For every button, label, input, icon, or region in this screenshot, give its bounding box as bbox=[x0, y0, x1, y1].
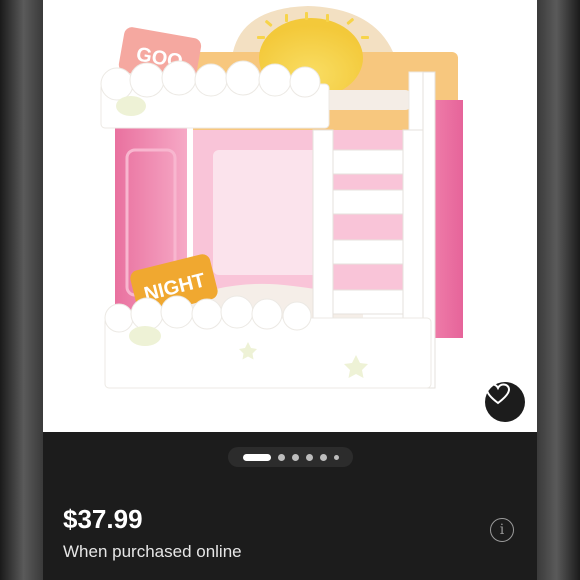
ladder bbox=[312, 129, 424, 351]
carousel-dot-2[interactable] bbox=[277, 453, 285, 461]
heart-icon bbox=[485, 383, 511, 405]
carousel-dot-3[interactable] bbox=[291, 453, 299, 461]
left-blur-border bbox=[0, 0, 43, 580]
product-photo[interactable]: GOO NIGHT bbox=[43, 0, 537, 432]
bunk-bed-illustration: GOO NIGHT bbox=[100, 6, 463, 389]
right-blur-border bbox=[537, 0, 580, 580]
info-button[interactable]: i bbox=[490, 518, 514, 542]
info-icon: i bbox=[499, 522, 505, 538]
listing-info: $37.99 When purchased online i bbox=[43, 432, 537, 580]
price-note: When purchased online bbox=[63, 542, 242, 561]
carousel-dot-1[interactable] bbox=[242, 453, 271, 461]
listing-card: GOO NIGHT $37.99 When purchased online i bbox=[43, 0, 537, 580]
carousel-dot-6[interactable] bbox=[333, 454, 339, 460]
carousel-dot-5[interactable] bbox=[319, 453, 327, 461]
price: $37.99 bbox=[63, 504, 143, 534]
favorite-button[interactable] bbox=[485, 382, 525, 422]
carousel-dot-4[interactable] bbox=[305, 453, 313, 461]
carousel-indicator bbox=[228, 447, 353, 467]
top-rail bbox=[100, 60, 330, 129]
cloud-decal-bottom bbox=[129, 326, 161, 346]
cloud-decal bbox=[116, 96, 146, 116]
